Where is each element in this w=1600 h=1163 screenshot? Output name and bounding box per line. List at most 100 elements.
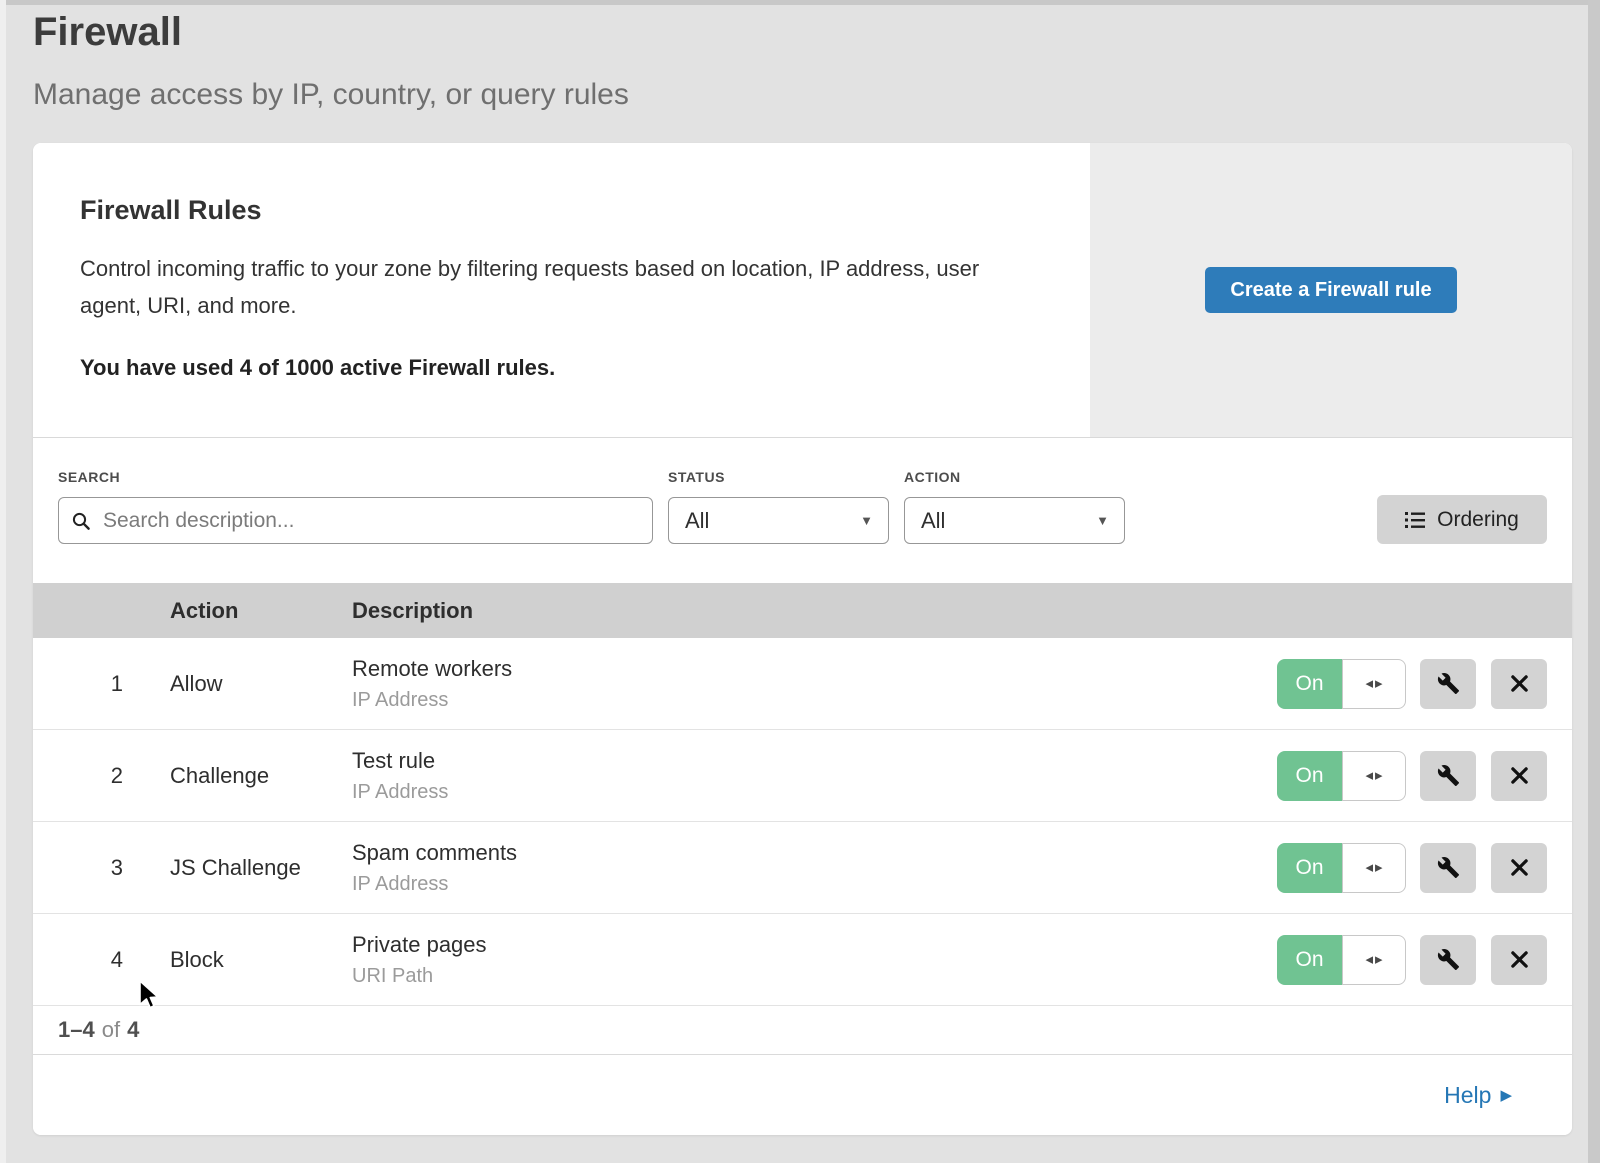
- close-icon: [1510, 766, 1529, 785]
- table-row: 1AllowRemote workersIP AddressOn◂▸: [33, 638, 1572, 729]
- help-arrow-icon: ▶: [1500, 1086, 1512, 1104]
- page-header: Firewall Manage access by IP, country, o…: [33, 8, 629, 112]
- firewall-rules-card-action-area: Create a Firewall rule: [1090, 143, 1572, 437]
- wrench-icon: [1437, 856, 1460, 879]
- rule-enabled-toggle[interactable]: On◂▸: [1277, 935, 1406, 985]
- rule-match-type: URI Path: [352, 965, 1277, 988]
- wrench-icon: [1437, 948, 1460, 971]
- toggle-arrows-icon[interactable]: ◂▸: [1342, 935, 1406, 985]
- toggle-on-segment[interactable]: On: [1277, 935, 1342, 985]
- help-link[interactable]: Help ▶: [1444, 1082, 1512, 1109]
- wrench-icon: [1437, 764, 1460, 787]
- search-filter-group: SEARCH: [58, 469, 653, 583]
- delete-rule-button[interactable]: [1491, 935, 1547, 985]
- status-select[interactable]: All ▼: [668, 497, 889, 544]
- firewall-panel: Firewall Rules Control incoming traffic …: [33, 143, 1572, 1135]
- toggle-arrows-icon[interactable]: ◂▸: [1342, 843, 1406, 893]
- right-arrow-icon: ▸: [1375, 676, 1383, 691]
- window-left-edge: [0, 0, 6, 1163]
- right-arrow-icon: ▸: [1375, 768, 1383, 783]
- edit-rule-button[interactable]: [1420, 751, 1476, 801]
- toggle-on-segment[interactable]: On: [1277, 751, 1342, 801]
- status-label: STATUS: [668, 469, 889, 485]
- rule-priority: 1: [33, 671, 123, 697]
- toggle-on-segment[interactable]: On: [1277, 843, 1342, 893]
- left-arrow-icon: ◂: [1365, 860, 1373, 875]
- ordering-button[interactable]: Ordering: [1377, 495, 1547, 544]
- window-top-edge: [0, 0, 1600, 5]
- firewall-rules-card: Firewall Rules Control incoming traffic …: [33, 143, 1572, 438]
- rule-action: Block: [123, 947, 352, 973]
- toggle-arrows-icon[interactable]: ◂▸: [1342, 751, 1406, 801]
- pagination-of: of: [102, 1017, 120, 1043]
- table-row: 2ChallengeTest ruleIP AddressOn◂▸: [33, 729, 1572, 821]
- rule-controls: On◂▸: [1277, 751, 1547, 801]
- edit-rule-button[interactable]: [1420, 659, 1476, 709]
- rule-controls: On◂▸: [1277, 843, 1547, 893]
- action-select-value: All: [921, 508, 1096, 534]
- pagination-bar: 1–4 of 4: [33, 1005, 1572, 1054]
- action-filter-group: ACTION All ▼: [904, 469, 1125, 583]
- help-link-label: Help: [1444, 1082, 1491, 1109]
- close-icon: [1510, 674, 1529, 693]
- pagination-range: 1–4: [58, 1017, 95, 1043]
- rule-controls: On◂▸: [1277, 659, 1547, 709]
- status-select-value: All: [685, 508, 860, 534]
- wrench-icon: [1437, 672, 1460, 695]
- edit-rule-button[interactable]: [1420, 843, 1476, 893]
- right-arrow-icon: ▸: [1375, 860, 1383, 875]
- card-description: Control incoming traffic to your zone by…: [80, 250, 1025, 324]
- action-label: ACTION: [904, 469, 1125, 485]
- rule-description-cell: Test rule IP Address: [352, 748, 1277, 804]
- search-input[interactable]: [101, 508, 640, 534]
- filters-spacer: [1140, 469, 1377, 583]
- action-select[interactable]: All ▼: [904, 497, 1125, 544]
- status-filter-group: STATUS All ▼: [668, 469, 889, 583]
- pagination-total: 4: [127, 1017, 139, 1043]
- rule-priority: 4: [33, 947, 123, 973]
- delete-rule-button[interactable]: [1491, 751, 1547, 801]
- rule-action: Challenge: [123, 763, 352, 789]
- rule-match-type: IP Address: [352, 781, 1277, 804]
- table-row: 3JS ChallengeSpam commentsIP AddressOn◂▸: [33, 821, 1572, 913]
- delete-rule-button[interactable]: [1491, 659, 1547, 709]
- rule-enabled-toggle[interactable]: On◂▸: [1277, 659, 1406, 709]
- window-right-edge: [1588, 0, 1600, 1163]
- rule-priority: 2: [33, 763, 123, 789]
- rule-action: JS Challenge: [123, 855, 352, 881]
- right-arrow-icon: ▸: [1375, 952, 1383, 967]
- left-arrow-icon: ◂: [1365, 676, 1373, 691]
- close-icon: [1510, 950, 1529, 969]
- rule-enabled-toggle[interactable]: On◂▸: [1277, 751, 1406, 801]
- search-box[interactable]: [58, 497, 653, 544]
- ordering-group: Ordering: [1377, 495, 1547, 583]
- rule-description: Test rule: [352, 748, 1277, 774]
- filters-bar: SEARCH STATUS All ▼ ACTION: [33, 438, 1572, 583]
- left-arrow-icon: ◂: [1365, 768, 1373, 783]
- firewall-page: Firewall Manage access by IP, country, o…: [0, 0, 1600, 1163]
- ordering-list-icon: [1405, 511, 1425, 529]
- firewall-rules-card-text: Firewall Rules Control incoming traffic …: [33, 143, 1090, 437]
- toggle-on-segment[interactable]: On: [1277, 659, 1342, 709]
- rule-match-type: IP Address: [352, 689, 1277, 712]
- rule-description-cell: Remote workersIP Address: [352, 656, 1277, 712]
- rules-table-header: Action Description: [33, 583, 1572, 638]
- search-label: SEARCH: [58, 469, 653, 485]
- rule-description: Spam comments: [352, 840, 1277, 866]
- page-title: Firewall: [33, 8, 629, 56]
- rule-controls: On◂▸: [1277, 935, 1547, 985]
- edit-rule-button[interactable]: [1420, 935, 1476, 985]
- description-column-header: Description: [352, 598, 1277, 624]
- delete-rule-button[interactable]: [1491, 843, 1547, 893]
- search-icon: [71, 511, 91, 531]
- help-bar: Help ▶: [33, 1054, 1572, 1135]
- rule-match-type: IP Address: [352, 873, 1277, 896]
- ordering-button-label: Ordering: [1437, 508, 1519, 532]
- card-heading: Firewall Rules: [80, 195, 1042, 226]
- toggle-arrows-icon[interactable]: ◂▸: [1342, 659, 1406, 709]
- rule-action: Allow: [123, 671, 352, 697]
- chevron-down-icon: ▼: [860, 513, 873, 528]
- create-firewall-rule-button[interactable]: Create a Firewall rule: [1205, 267, 1457, 313]
- rule-enabled-toggle[interactable]: On◂▸: [1277, 843, 1406, 893]
- chevron-down-icon: ▼: [1096, 513, 1109, 528]
